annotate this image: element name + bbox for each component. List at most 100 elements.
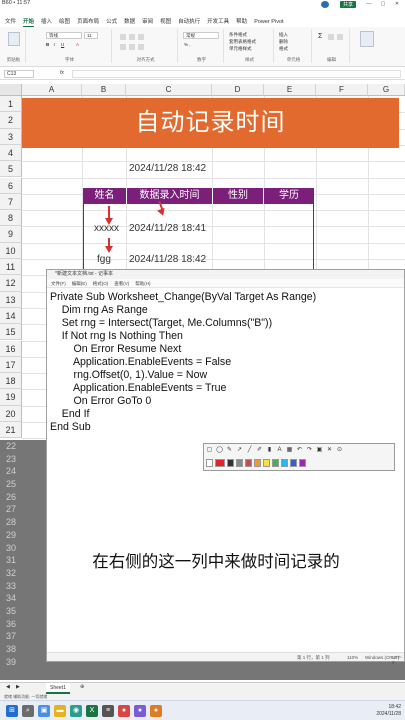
share-button[interactable]: 共享	[340, 1, 357, 8]
column-header[interactable]: A	[22, 84, 82, 96]
minimize-icon[interactable]: —	[362, 1, 376, 7]
column-header[interactable]: F	[316, 84, 368, 96]
notepad-menu-item[interactable]: 格式(O)	[93, 279, 109, 287]
pen-icon[interactable]: ✎	[226, 446, 233, 454]
row-header[interactable]: 12	[0, 275, 22, 292]
prev-sheet-icon[interactable]: ◀	[6, 684, 10, 690]
rectangle-icon[interactable]: ▢	[206, 446, 213, 454]
color-swatch[interactable]	[281, 459, 288, 467]
row-header[interactable]: 2	[0, 112, 22, 129]
row-header[interactable]: 6	[0, 177, 22, 194]
notepad-icon[interactable]: ≡	[102, 705, 114, 717]
sheet-banner[interactable]: 自动记录时间	[22, 98, 399, 148]
sort-icon[interactable]	[328, 34, 334, 40]
align-left-icon[interactable]	[120, 44, 126, 50]
arrow-icon[interactable]: ↗	[236, 446, 243, 454]
redo-icon[interactable]: ↷	[306, 446, 313, 454]
color-swatch[interactable]	[290, 459, 297, 467]
sheet-tab[interactable]: Sheet1	[46, 683, 70, 694]
ribbon-tab[interactable]: 开始	[23, 17, 35, 27]
row-header[interactable]: 5	[0, 161, 22, 178]
avatar[interactable]	[321, 1, 329, 8]
app-icon[interactable]: ●	[134, 705, 146, 717]
table-header-time[interactable]: 数据录入时间	[127, 188, 213, 204]
ribbon-tab[interactable]: 自动执行	[178, 17, 200, 27]
search-icon[interactable]: ⌕	[22, 705, 34, 717]
color-swatch[interactable]	[236, 459, 243, 467]
sum-icon[interactable]: Σ	[318, 33, 322, 40]
align-bottom-icon[interactable]	[138, 34, 144, 40]
color-swatch[interactable]	[206, 459, 213, 467]
file-explorer-icon[interactable]: ▬	[54, 705, 66, 717]
color-swatch[interactable]	[299, 459, 306, 467]
row-header[interactable]: 10	[0, 242, 22, 259]
column-header[interactable]: D	[212, 84, 264, 96]
close-icon[interactable]: ✕	[326, 446, 333, 454]
vba-code-text[interactable]: Private Sub Worksheet_Change(ByVal Targe…	[50, 291, 316, 434]
ribbon-tab[interactable]: 插入	[41, 17, 52, 27]
analyze-data-icon[interactable]	[360, 31, 374, 47]
row-header[interactable]: 4	[0, 144, 22, 162]
next-sheet-icon[interactable]: ▶	[16, 684, 20, 690]
app-icon[interactable]: ●	[118, 705, 130, 717]
row-header[interactable]: 14	[0, 307, 22, 325]
delete-button[interactable]: 删除	[279, 39, 288, 45]
color-swatch[interactable]	[263, 459, 270, 467]
cell-c3[interactable]: 2024/11/28 18:42	[129, 163, 206, 174]
column-header[interactable]: C	[126, 84, 212, 96]
column-header[interactable]: B	[82, 84, 126, 96]
table-format-button[interactable]: 套用表格格式	[229, 39, 256, 45]
ribbon-tab[interactable]: 开发工具	[207, 17, 229, 27]
cell-style-button[interactable]: 单元格样式	[229, 46, 252, 52]
select-all-corner[interactable]	[0, 84, 22, 96]
paste-icon[interactable]	[8, 32, 20, 46]
notepad-menu-item[interactable]: 帮助(H)	[135, 279, 150, 287]
ribbon-tab[interactable]: 文件	[5, 17, 16, 27]
ribbon-tab[interactable]: 绘图	[59, 17, 70, 27]
italic-icon[interactable]: I	[54, 42, 55, 47]
circle-icon[interactable]: ◯	[216, 446, 223, 454]
row-header[interactable]: 21	[0, 422, 22, 439]
maximize-icon[interactable]: ▢	[376, 1, 390, 7]
save-icon[interactable]: ▣	[316, 446, 323, 454]
notepad-menu-item[interactable]: 编辑(E)	[72, 279, 87, 287]
row-header[interactable]: 18	[0, 373, 22, 390]
notepad-menu-item[interactable]: 查看(V)	[114, 279, 129, 287]
row-header[interactable]: 15	[0, 324, 22, 341]
row-header[interactable]: 19	[0, 389, 22, 406]
color-swatch[interactable]	[272, 459, 279, 467]
currency-icon[interactable]: % ,	[184, 42, 191, 47]
line-icon[interactable]: ╱	[246, 446, 253, 454]
ribbon-tab[interactable]: Power Pivot	[254, 17, 283, 27]
row-header[interactable]: 9	[0, 226, 22, 243]
task-view-icon[interactable]: ▣	[38, 705, 50, 717]
app-icon[interactable]: ●	[150, 705, 162, 717]
column-header[interactable]: G	[368, 84, 405, 96]
table-header-gender[interactable]: 性别	[213, 188, 264, 204]
font-name-select[interactable]: 等线	[46, 32, 82, 39]
ribbon-tab[interactable]: 帮助	[236, 17, 247, 27]
font-color-icon[interactable]: A	[76, 42, 79, 47]
cell-c7[interactable]: 2024/11/28 18:41	[129, 223, 206, 234]
align-top-icon[interactable]	[120, 34, 126, 40]
pencil-icon[interactable]: ✐	[256, 446, 263, 454]
close-icon[interactable]: ✕	[390, 1, 404, 7]
windows-start-icon[interactable]: ⊞	[6, 705, 18, 717]
cell-b9[interactable]: fgg	[97, 254, 111, 265]
browser-icon[interactable]: ◉	[70, 705, 82, 717]
table-header-education[interactable]: 学历	[264, 188, 314, 204]
cell-c9[interactable]: 2024/11/28 18:42	[129, 254, 206, 265]
insert-button[interactable]: 插入	[279, 32, 288, 38]
color-swatch[interactable]	[254, 459, 261, 467]
ribbon-tab[interactable]: 数据	[124, 17, 135, 27]
align-center-icon[interactable]	[129, 44, 135, 50]
row-header[interactable]: 17	[0, 356, 22, 374]
table-header-name[interactable]: 姓名	[83, 188, 127, 204]
underline-icon[interactable]: U	[61, 42, 64, 47]
pin-icon[interactable]: ⊙	[336, 446, 343, 454]
ribbon-tab[interactable]: 公式	[106, 17, 117, 27]
find-icon[interactable]	[337, 34, 343, 40]
column-header[interactable]: E	[264, 84, 316, 96]
mosaic-icon[interactable]: ▦	[286, 446, 293, 454]
row-header[interactable]: 8	[0, 210, 22, 227]
